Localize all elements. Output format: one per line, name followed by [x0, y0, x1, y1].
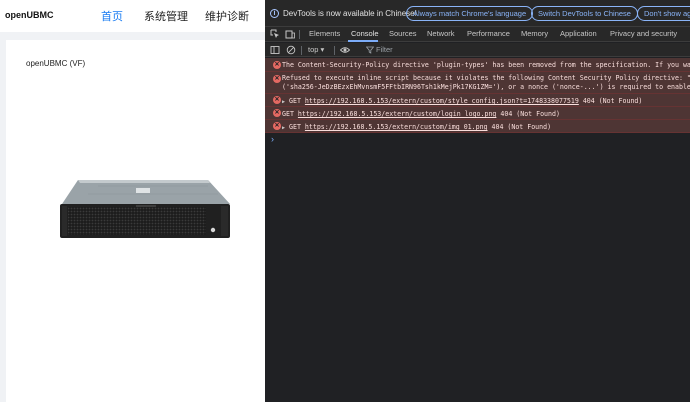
request-url-link[interactable]: https://192.168.5.153/extern/custom/styl…: [305, 97, 579, 105]
server-image: [60, 180, 230, 238]
nav-item-home[interactable]: 首页: [101, 8, 123, 24]
tab-privacy-and-security[interactable]: Privacy and security: [610, 29, 677, 38]
logo[interactable]: openUBMC: [5, 10, 54, 20]
request-method: GET: [289, 123, 301, 131]
info-icon: i: [270, 9, 279, 18]
clear-console-icon[interactable]: [286, 45, 296, 55]
live-expression-eye-icon[interactable]: [340, 45, 350, 55]
error-icon: ✕: [273, 96, 281, 104]
request-url-link[interactable]: https://192.168.5.153/extern/custom/logi…: [298, 110, 497, 118]
message-text: Refused to execute inline script because…: [282, 74, 690, 82]
console-toolbar: top ▾ Filter: [265, 43, 690, 57]
error-icon: ✕: [273, 122, 281, 130]
message-text: The Content-Security-Policy directive 'p…: [282, 61, 690, 69]
devtools-tabbar: Elements Console Sources Network Perform…: [265, 27, 690, 42]
request-status: 404 (Not Found): [491, 123, 552, 131]
switch-to-chinese-button[interactable]: Switch DevTools to Chinese: [531, 6, 638, 21]
console-prompt[interactable]: ›: [271, 134, 274, 144]
request-status: 404 (Not Found): [582, 97, 643, 105]
nav-item-system-management[interactable]: 系统管理: [144, 8, 188, 24]
filter-input[interactable]: Filter: [366, 44, 690, 56]
console-error-message[interactable]: ✕ ▶ GET https://192.168.5.153/extern/cus…: [265, 94, 690, 107]
error-icon: ✕: [273, 75, 281, 83]
device-toolbar-icon[interactable]: [285, 29, 295, 39]
console-error-message[interactable]: ✕ The Content-Security-Policy directive …: [265, 58, 690, 72]
dont-show-again-button[interactable]: Don't show again: [637, 6, 690, 21]
inspect-element-icon[interactable]: [270, 29, 280, 39]
active-tab-indicator: [348, 40, 378, 42]
toolbar-separator: [334, 46, 335, 55]
tab-memory[interactable]: Memory: [521, 29, 548, 38]
error-icon: ✕: [273, 61, 281, 69]
filter-icon: [366, 46, 374, 54]
request-method: GET: [282, 110, 294, 118]
ubmc-page: openUBMC 首页 系统管理 维护诊断 openUBMC (VF): [0, 0, 265, 402]
tab-elements[interactable]: Elements: [309, 29, 340, 38]
tab-application[interactable]: Application: [560, 29, 597, 38]
devtools-panel: i DevTools is now available in Chinese! …: [265, 0, 690, 402]
request-status: 404 (Not Found): [500, 110, 560, 118]
tab-separator: [299, 30, 300, 39]
top-nav: openUBMC 首页 系统管理 维护诊断: [0, 0, 265, 32]
nav-item-maintenance-diagnostics[interactable]: 维护诊断: [205, 8, 249, 24]
context-selector[interactable]: top ▾: [308, 45, 324, 54]
request-url-link[interactable]: https://192.168.5.153/extern/custom/img_…: [305, 123, 488, 131]
language-infobar: i DevTools is now available in Chinese! …: [265, 0, 690, 27]
toolbar-separator: [301, 46, 302, 55]
tab-sources[interactable]: Sources: [389, 29, 417, 38]
device-title: openUBMC (VF): [26, 59, 86, 68]
always-match-language-button[interactable]: Always match Chrome's language: [406, 6, 534, 21]
request-method: GET: [289, 97, 301, 105]
expand-triangle-icon[interactable]: ▶: [282, 125, 285, 131]
expand-triangle-icon[interactable]: ▶: [282, 99, 285, 105]
show-sidebar-icon[interactable]: [270, 45, 280, 55]
console-error-message[interactable]: ✕ GET https://192.168.5.153/extern/custo…: [265, 107, 690, 120]
infobar-text: DevTools is now available in Chinese!: [283, 9, 417, 18]
tab-performance[interactable]: Performance: [467, 29, 510, 38]
device-card: openUBMC (VF): [6, 40, 265, 402]
tab-console[interactable]: Console: [351, 29, 379, 38]
error-icon: ✕: [273, 109, 281, 117]
console-error-message[interactable]: ✕ Refused to execute inline script becau…: [265, 72, 690, 94]
message-text: ('sha256-JeDzBEzxEhMvnsmF5FFtbIRN96Tsh1k…: [282, 83, 690, 91]
console-error-message[interactable]: ✕ ▶ GET https://192.168.5.153/extern/cus…: [265, 120, 690, 133]
tab-network[interactable]: Network: [427, 29, 455, 38]
filter-placeholder: Filter: [376, 45, 393, 54]
console-output: ✕ The Content-Security-Policy directive …: [265, 58, 690, 402]
